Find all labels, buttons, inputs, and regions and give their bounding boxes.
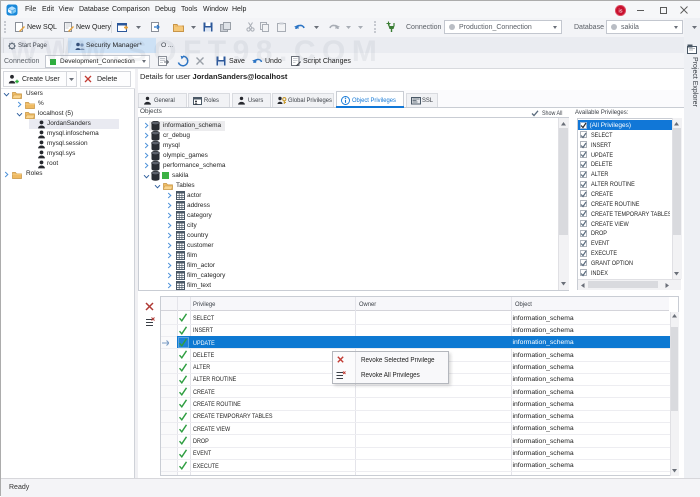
- svg-text:is: is: [619, 9, 623, 15]
